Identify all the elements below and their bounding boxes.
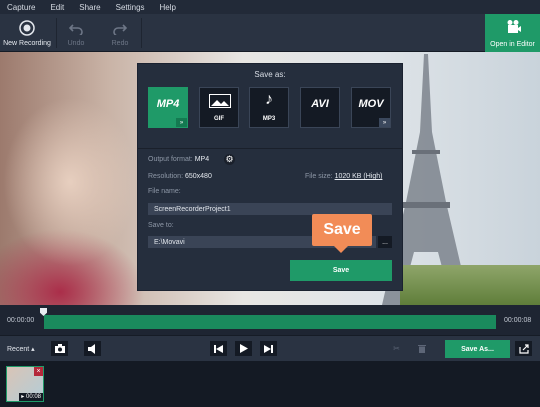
timeline: 00:00:00 00:00:08: [0, 305, 540, 335]
dialog-title: Save as:: [254, 70, 286, 79]
output-format-value: MP4: [194, 156, 210, 163]
resolution-value: 650x480: [184, 173, 212, 180]
recent-label: Recent: [7, 346, 30, 353]
menu-edit[interactable]: Edit: [43, 3, 72, 12]
mov-icon: MOV: [358, 98, 384, 110]
file-size-label: File size:: [305, 173, 333, 180]
file-name-label: File name:: [148, 188, 181, 195]
skip-forward-button[interactable]: [260, 341, 277, 356]
snapshot-button[interactable]: [51, 341, 68, 356]
skip-back-icon: [214, 344, 223, 353]
undo-icon: [69, 20, 83, 36]
format-mov-button[interactable]: MOV »: [351, 87, 391, 128]
menu-help[interactable]: Help: [153, 3, 184, 12]
skip-back-button[interactable]: [210, 341, 227, 356]
file-size-row: File size: 1020 KB (High): [305, 173, 382, 180]
cut-button[interactable]: ✂: [388, 341, 405, 356]
menu-share[interactable]: Share: [72, 3, 108, 12]
output-format-row: Output format: MP4: [148, 156, 209, 163]
duration-label: 00:08: [25, 394, 41, 400]
resolution-label: Resolution:: [148, 173, 184, 180]
save-to-label: Save to:: [148, 222, 174, 229]
mp3-label: MP3: [262, 116, 276, 122]
caret-up-icon: ▴: [31, 346, 35, 353]
undo-button[interactable]: Undo: [62, 14, 90, 52]
music-note-icon: ♪: [265, 91, 273, 108]
new-recording-label: New Recording: [3, 39, 51, 47]
recording-duration: ▸ 00:08: [19, 393, 43, 401]
format-mp4-button[interactable]: MP4 »: [148, 87, 188, 128]
timeline-end-time: 00:00:08: [504, 317, 532, 324]
gear-icon[interactable]: ⚙: [224, 154, 235, 165]
save-button[interactable]: Save: [290, 260, 392, 281]
save-callout: Save: [312, 214, 372, 246]
menu-bar: Capture Edit Share Settings Help: [0, 0, 540, 14]
speaker-icon: [87, 343, 95, 354]
control-bar: Recent ▴ ✂ Save As...: [0, 335, 540, 361]
format-gif-button[interactable]: GIF: [199, 87, 239, 128]
record-icon: [19, 19, 35, 36]
gif-label: GIF: [214, 116, 224, 122]
trash-icon: [417, 345, 426, 353]
grass-area: [400, 265, 540, 305]
image-icon: [209, 94, 231, 108]
play-icon: ▸: [21, 394, 25, 400]
camera-icon: [54, 344, 65, 353]
recent-recording-thumbnail[interactable]: × ▸ 00:08: [6, 366, 44, 402]
share-button[interactable]: [515, 341, 532, 356]
format-mp3-button[interactable]: ♪ MP3: [249, 87, 289, 128]
editor-icon: [505, 19, 521, 37]
output-format-label: Output format:: [148, 156, 193, 163]
save-as-button[interactable]: Save As...: [445, 340, 510, 358]
dialog-divider: [138, 148, 402, 149]
chevron-right-icon: »: [379, 118, 390, 127]
mp4-icon: MP4: [156, 98, 180, 110]
toolbar-divider: [141, 18, 142, 48]
redo-button[interactable]: Redo: [106, 14, 134, 52]
file-size-link[interactable]: 1020 KB (High): [335, 173, 383, 180]
save-dialog: Save as: MP4 » GIF ♪ MP3 AVI MOV » Outpu…: [138, 64, 402, 290]
recent-toggle[interactable]: Recent ▴: [7, 345, 35, 353]
volume-button[interactable]: [84, 341, 101, 356]
avi-icon: AVI: [311, 98, 329, 110]
close-icon[interactable]: ×: [34, 367, 43, 376]
menu-capture[interactable]: Capture: [0, 3, 43, 12]
callout-pointer: [334, 246, 348, 253]
redo-label: Redo: [111, 39, 129, 47]
share-icon: [518, 343, 529, 354]
menu-settings[interactable]: Settings: [109, 3, 153, 12]
undo-label: Undo: [67, 39, 85, 47]
new-recording-button[interactable]: New Recording: [0, 14, 54, 52]
scissors-icon: ✂: [393, 344, 400, 353]
skip-forward-icon: [264, 344, 273, 353]
redo-icon: [113, 20, 127, 36]
toolbar-divider: [56, 18, 57, 48]
recent-recordings-strip: × ▸ 00:08: [0, 361, 540, 407]
timeline-start-time: 00:00:00: [7, 317, 35, 324]
browse-button[interactable]: ...: [378, 236, 392, 248]
chevron-right-icon: »: [176, 118, 187, 127]
play-button[interactable]: [235, 341, 252, 356]
play-icon: [239, 344, 248, 353]
format-avi-button[interactable]: AVI: [300, 87, 340, 128]
delete-button[interactable]: [413, 341, 430, 356]
toolbar: New Recording Undo Redo: [0, 14, 540, 52]
open-in-editor-label: Open in Editor: [490, 40, 535, 48]
timeline-track[interactable]: [44, 315, 496, 329]
open-in-editor-button[interactable]: Open in Editor: [485, 14, 540, 52]
resolution-row: Resolution: 650x480: [148, 173, 212, 180]
